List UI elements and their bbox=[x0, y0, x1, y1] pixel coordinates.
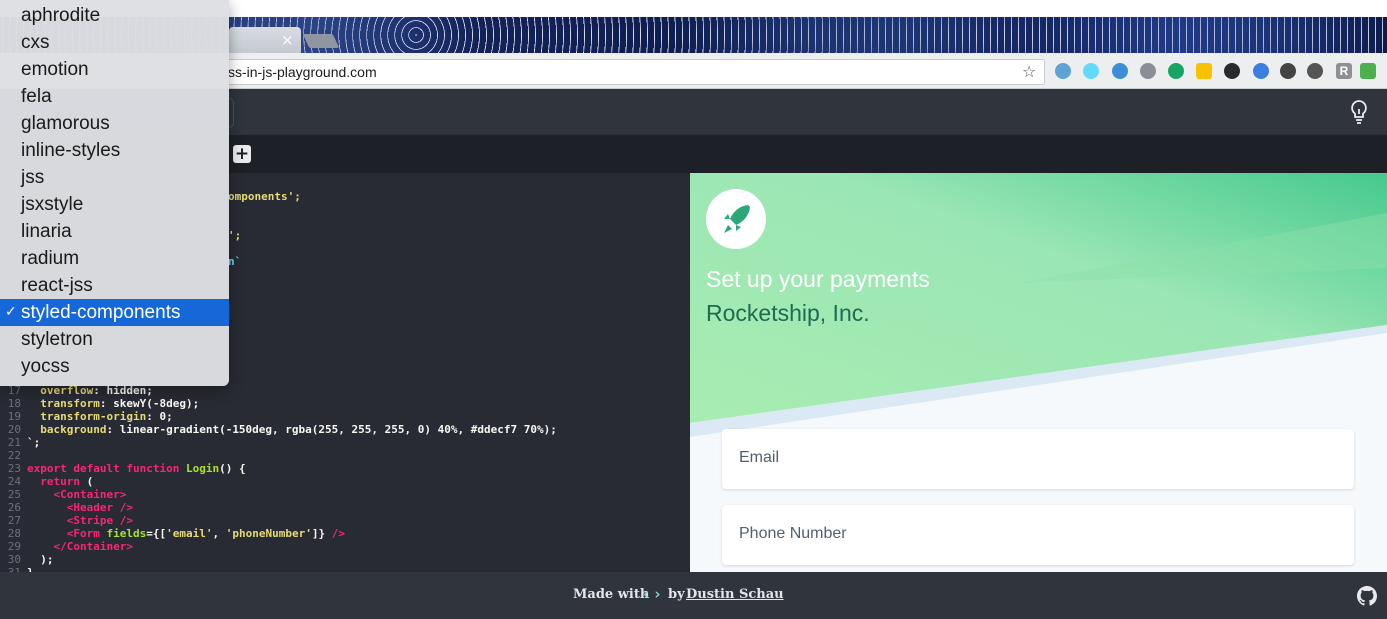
code-text: background: linear-gradient(-150deg, rgb… bbox=[40, 423, 557, 436]
menu-item-styletron[interactable]: styletron bbox=[0, 326, 229, 353]
phone-number-label: Phone Number bbox=[739, 525, 847, 542]
menu-item-label: emotion bbox=[21, 59, 89, 80]
menu-item-linaria[interactable]: linaria bbox=[0, 218, 229, 245]
menu-item-cxs[interactable]: cxs bbox=[0, 29, 229, 56]
code-text: <Stripe /> bbox=[66, 514, 133, 527]
line-number: 25 bbox=[7, 488, 21, 501]
bookmark-star-icon[interactable]: ☆ bbox=[1022, 62, 1036, 81]
fire-icon[interactable] bbox=[1224, 63, 1240, 79]
email-field[interactable]: Email bbox=[722, 429, 1354, 489]
email-label: Email bbox=[739, 449, 780, 466]
menu-item-label: styled-components bbox=[21, 302, 181, 323]
hangouts-icon[interactable] bbox=[1168, 63, 1184, 79]
code-text: <Header /> bbox=[66, 501, 133, 514]
code-fragment: omponents'; bbox=[228, 190, 301, 203]
footer-by: by bbox=[668, 587, 685, 602]
code-fragment: '; bbox=[228, 229, 242, 242]
code-text: ); bbox=[27, 553, 54, 566]
library-dropdown-menu: aphrodite cxs emotion fela glamorous inline-s… bbox=[0, 0, 229, 386]
upload-icon[interactable] bbox=[1360, 63, 1376, 79]
preview-company: Rocketship, Inc. bbox=[706, 300, 870, 326]
menu-item-label: yocss bbox=[21, 356, 70, 377]
menu-item-jss[interactable]: jss bbox=[0, 164, 229, 191]
line-number: 19 bbox=[7, 410, 21, 423]
add-file-button[interactable]: + bbox=[233, 145, 251, 163]
code-text: <Form fields={['email', 'phoneNumber']} … bbox=[66, 527, 345, 540]
menu-item-label: glamorous bbox=[21, 113, 110, 134]
address-url[interactable]: ss-in-js-playground.com bbox=[228, 64, 377, 80]
code-text: export default function Login() { bbox=[27, 462, 246, 475]
code-text: <Container> bbox=[53, 488, 127, 501]
code-icon: ‹ › bbox=[643, 585, 661, 603]
github-icon[interactable] bbox=[1357, 586, 1377, 606]
line-number: 18 bbox=[7, 397, 21, 410]
line-number: 26 bbox=[7, 501, 21, 514]
menu-item-label: jss bbox=[21, 167, 45, 188]
triangle-icon[interactable] bbox=[1112, 63, 1128, 79]
rocket-logo bbox=[706, 189, 766, 249]
code-text: transform: skewY(-8deg); bbox=[40, 397, 200, 410]
react-devtools-icon[interactable] bbox=[1055, 63, 1071, 79]
footer: Made with ‹ › by Dustin Schau bbox=[0, 572, 1387, 619]
line-number: 22 bbox=[7, 449, 21, 462]
evernote-icon[interactable] bbox=[1140, 63, 1156, 79]
line-number: 28 bbox=[7, 527, 21, 540]
circle-icon[interactable] bbox=[1280, 63, 1296, 79]
checkmark-icon: ✓ bbox=[5, 304, 17, 320]
code-text: </Container> bbox=[53, 540, 133, 553]
menu-item-radium[interactable]: radium bbox=[0, 245, 229, 272]
tab-close-icon[interactable]: × bbox=[281, 31, 294, 49]
menu-item-emotion[interactable]: emotion bbox=[0, 56, 229, 83]
code-fragment: n` bbox=[228, 255, 242, 268]
phone-number-field[interactable]: Phone Number bbox=[722, 505, 1354, 565]
line-number: 27 bbox=[7, 514, 21, 527]
author-link[interactable]: Dustin Schau bbox=[686, 587, 784, 602]
menu-item-label: react-jss bbox=[21, 275, 93, 296]
line-number: 30 bbox=[7, 553, 21, 566]
preview-title: Set up your payments bbox=[706, 266, 930, 292]
r-icon[interactable]: R bbox=[1336, 63, 1352, 79]
menu-item-styled-components[interactable]: ✓ styled-components bbox=[0, 299, 229, 326]
paint-icon[interactable] bbox=[1253, 63, 1269, 79]
menu-item-yocss[interactable]: yocss bbox=[0, 353, 229, 380]
menu-item-label: aphrodite bbox=[21, 5, 101, 26]
menu-item-react-jss[interactable]: react-jss bbox=[0, 272, 229, 299]
note-icon[interactable] bbox=[1196, 63, 1212, 79]
line-number: 20 bbox=[7, 423, 21, 436]
menu-item-inline-styles[interactable]: inline-styles bbox=[0, 137, 229, 164]
menu-item-label: linaria bbox=[21, 221, 72, 242]
menu-item-label: cxs bbox=[21, 32, 50, 53]
preview-pane: Set up your payments Rocketship, Inc. Em… bbox=[690, 173, 1387, 572]
line-number: 24 bbox=[7, 475, 21, 488]
line-number: 29 bbox=[7, 540, 21, 553]
new-tab-button[interactable] bbox=[302, 34, 340, 48]
code-text: transform-origin: 0; bbox=[40, 410, 173, 423]
line-number: 23 bbox=[7, 462, 21, 475]
menu-item-fela[interactable]: fela bbox=[0, 83, 229, 110]
menu-item-aphrodite[interactable]: aphrodite bbox=[0, 2, 229, 29]
line-number: 21 bbox=[7, 436, 21, 449]
menu-item-glamorous[interactable]: glamorous bbox=[0, 110, 229, 137]
menu-item-label: inline-styles bbox=[21, 140, 121, 161]
footer-made-with: Made with bbox=[573, 587, 650, 602]
cloud-icon[interactable] bbox=[1307, 63, 1323, 79]
menu-item-label: jsxstyle bbox=[21, 194, 84, 215]
menu-item-jsxstyle[interactable]: jsxstyle bbox=[0, 191, 229, 218]
react-devtools-icon[interactable] bbox=[1083, 63, 1099, 79]
code-text: return ( bbox=[40, 475, 94, 488]
code-text: `; bbox=[27, 436, 41, 449]
rocket-icon bbox=[724, 205, 750, 233]
menu-item-label: radium bbox=[21, 248, 80, 269]
menu-item-label: fela bbox=[21, 86, 52, 107]
lightbulb-icon[interactable] bbox=[1347, 99, 1371, 125]
menu-item-label: styletron bbox=[21, 329, 93, 350]
